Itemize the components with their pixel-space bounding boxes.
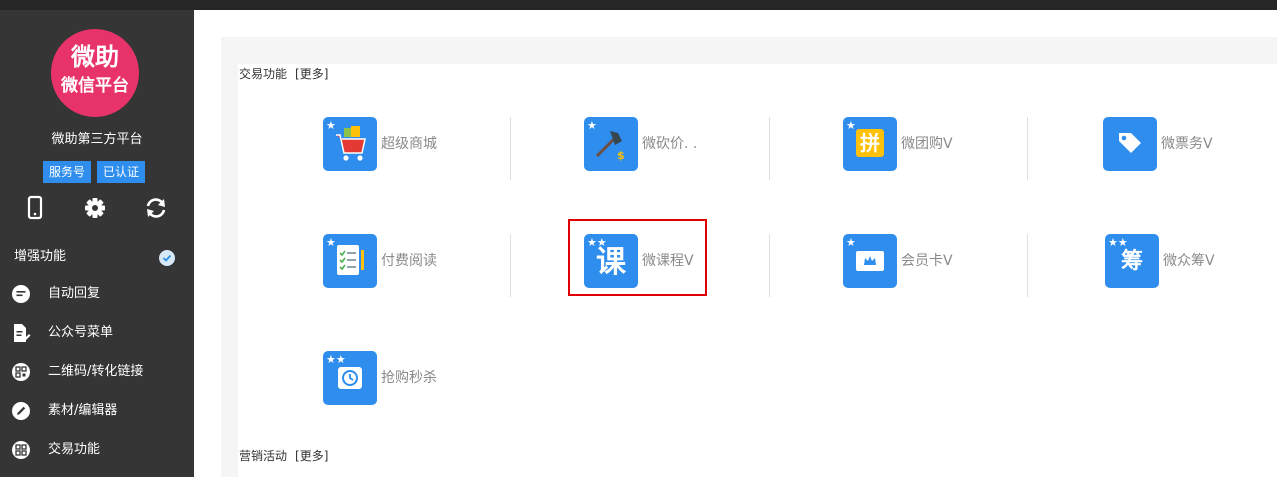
ticket-icon [1103, 117, 1157, 171]
tile-label: 微团购V [901, 136, 953, 152]
tile-ticketing[interactable]: 微票务V [1103, 117, 1277, 177]
sidebar: 微助 微信平台 微助第三方平台 服务号 已认证 增强功能 自动回复 公众号菜单 … [0, 10, 194, 477]
tile-bargain[interactable]: ★ $ 微砍价. . [584, 117, 784, 177]
tile-paid-reading[interactable]: ★ 付费阅读 [323, 234, 523, 294]
more-link-marketing[interactable]: [更多] [295, 449, 328, 463]
pencil-icon [11, 401, 31, 421]
badge-account-type: 服务号 [43, 161, 92, 183]
tile-label: 抢购秒杀 [381, 370, 437, 386]
sidebar-item-label: 素材/编辑器 [48, 403, 118, 418]
sidebar-item-materials-editor[interactable]: 素材/编辑器 [0, 399, 194, 423]
section-title: 交易功能 [239, 67, 288, 81]
sidebar-item-menu[interactable]: 公众号菜单 [0, 321, 194, 345]
tile-label: 微砍价. . [642, 136, 698, 152]
refresh-icon[interactable] [143, 195, 169, 221]
top-bar [0, 0, 1277, 10]
sidebar-item-trade[interactable]: 交易功能 [0, 438, 194, 462]
section-header-marketing: 营销活动 [更多] [239, 447, 328, 465]
section-title: 营销活动 [239, 449, 288, 463]
shopping-cart-icon: ★ [323, 117, 377, 171]
sidebar-item-label: 公众号菜单 [48, 325, 114, 340]
group-buy-icon: ★ 拼 [843, 117, 897, 171]
logo-line-2: 微信平台 [61, 76, 129, 96]
trade-icon [11, 440, 31, 460]
tile-glyph: 筹 [1120, 249, 1143, 274]
sidebar-item-auto-reply[interactable]: 自动回复 [0, 282, 194, 306]
sidebar-item-label: 交易功能 [48, 442, 101, 457]
tile-glyph: 拼 [860, 131, 880, 155]
tile-label: 会员卡V [901, 253, 953, 269]
sidebar-item-label: 自动回复 [48, 286, 101, 301]
tile-label: 微票务V [1161, 136, 1213, 152]
more-link-trade[interactable]: [更多] [295, 67, 328, 81]
selection-highlight [568, 219, 707, 296]
section-header-trade: 交易功能 [更多] [239, 65, 328, 83]
document-edit-icon [11, 323, 31, 343]
sidebar-item-label: 二维码/转化链接 [48, 364, 144, 379]
badge-verified: 已认证 [97, 161, 146, 183]
qrcode-icon [11, 362, 31, 382]
svg-text:$: $ [617, 149, 625, 162]
alarm-clock-icon: ★★ [323, 351, 377, 405]
section-enhanced-features: 增强功能 [14, 249, 67, 264]
tile-flash-sale[interactable]: ★★ 抢购秒杀 [323, 351, 523, 411]
phone-icon[interactable] [22, 195, 48, 221]
reading-list-icon: ★ [323, 234, 377, 288]
tile-crowdfunding[interactable]: ★★ 筹 微众筹V [1105, 234, 1277, 294]
logo-line-1: 微助 [71, 43, 119, 71]
member-card-icon: ★ [843, 234, 897, 288]
tile-member-card[interactable]: ★ 会员卡V [843, 234, 1043, 294]
gear-icon[interactable] [82, 195, 108, 221]
account-name: 微助第三方平台 [51, 132, 143, 147]
axe-icon: ★ $ [584, 117, 638, 171]
tile-label: 超级商城 [381, 136, 437, 152]
collapse-check-icon[interactable] [159, 250, 175, 266]
brand-logo[interactable]: 微助 微信平台 [51, 29, 139, 117]
crowdfunding-icon: ★★ 筹 [1105, 234, 1159, 288]
chat-bubble-icon [11, 284, 31, 304]
tile-group-buy[interactable]: ★ 拼 微团购V [843, 117, 1043, 177]
tile-label: 微众筹V [1163, 253, 1215, 269]
tile-super-mall[interactable]: ★ 超级商城 [323, 117, 523, 177]
sidebar-item-qrcode[interactable]: 二维码/转化链接 [0, 360, 194, 384]
tile-label: 付费阅读 [381, 253, 437, 269]
